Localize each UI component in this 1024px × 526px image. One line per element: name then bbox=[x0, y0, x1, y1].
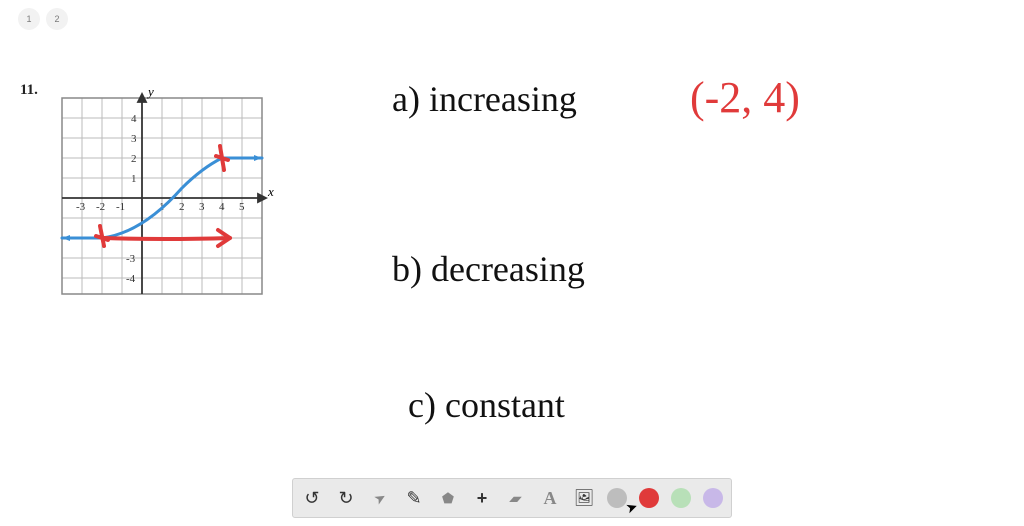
image-tool[interactable]: 🖼 bbox=[573, 487, 595, 509]
problem-number: 11. bbox=[20, 82, 38, 99]
graph: y x -3 -2 -1 1 2 3 4 5 1 2 3 4 -3 -4 bbox=[52, 88, 276, 304]
answer-a: a) increasing bbox=[392, 78, 577, 120]
undo-button[interactable]: ↺ bbox=[301, 487, 323, 509]
answer-a-interval: (-2, 4) bbox=[690, 72, 800, 123]
color-gray[interactable] bbox=[607, 488, 627, 508]
color-purple[interactable] bbox=[703, 488, 723, 508]
answer-b: b) decreasing bbox=[392, 248, 585, 290]
eraser-tool[interactable]: ▰ bbox=[501, 487, 531, 509]
color-red[interactable] bbox=[639, 488, 659, 508]
svg-text:-3: -3 bbox=[126, 253, 136, 265]
color-green[interactable] bbox=[671, 488, 691, 508]
svg-text:1: 1 bbox=[131, 173, 137, 185]
page-tab-2[interactable]: 2 bbox=[46, 8, 68, 30]
x-axis-label: x bbox=[267, 184, 274, 199]
pointer-tool[interactable]: ➤ bbox=[365, 483, 395, 513]
shapes-tool[interactable]: ⬟ bbox=[437, 487, 459, 509]
plus-tool[interactable]: + bbox=[471, 487, 493, 509]
redo-button[interactable]: ↻ bbox=[335, 487, 357, 509]
svg-text:2: 2 bbox=[179, 201, 185, 213]
svg-text:-3: -3 bbox=[76, 201, 86, 213]
svg-text:-4: -4 bbox=[126, 273, 136, 285]
svg-text:-2: -2 bbox=[96, 201, 105, 213]
svg-text:4: 4 bbox=[131, 113, 137, 125]
graph-svg: y x -3 -2 -1 1 2 3 4 5 1 2 3 4 -3 -4 bbox=[52, 88, 276, 304]
pencil-tool[interactable]: ✎ bbox=[403, 487, 425, 509]
svg-text:-1: -1 bbox=[116, 201, 125, 213]
page-tab-1[interactable]: 1 bbox=[18, 8, 40, 30]
page-tabs: 1 2 bbox=[18, 8, 68, 30]
toolbar: ↺ ↻ ➤ ✎ ⬟ + ▰ A 🖼 bbox=[292, 478, 732, 518]
svg-text:4: 4 bbox=[219, 201, 225, 213]
svg-text:3: 3 bbox=[199, 201, 205, 213]
svg-text:5: 5 bbox=[239, 201, 245, 213]
text-tool[interactable]: A bbox=[539, 487, 561, 509]
answer-c: c) constant bbox=[408, 384, 565, 426]
svg-text:2: 2 bbox=[131, 153, 137, 165]
svg-text:3: 3 bbox=[131, 133, 137, 145]
y-axis-label: y bbox=[146, 88, 154, 99]
